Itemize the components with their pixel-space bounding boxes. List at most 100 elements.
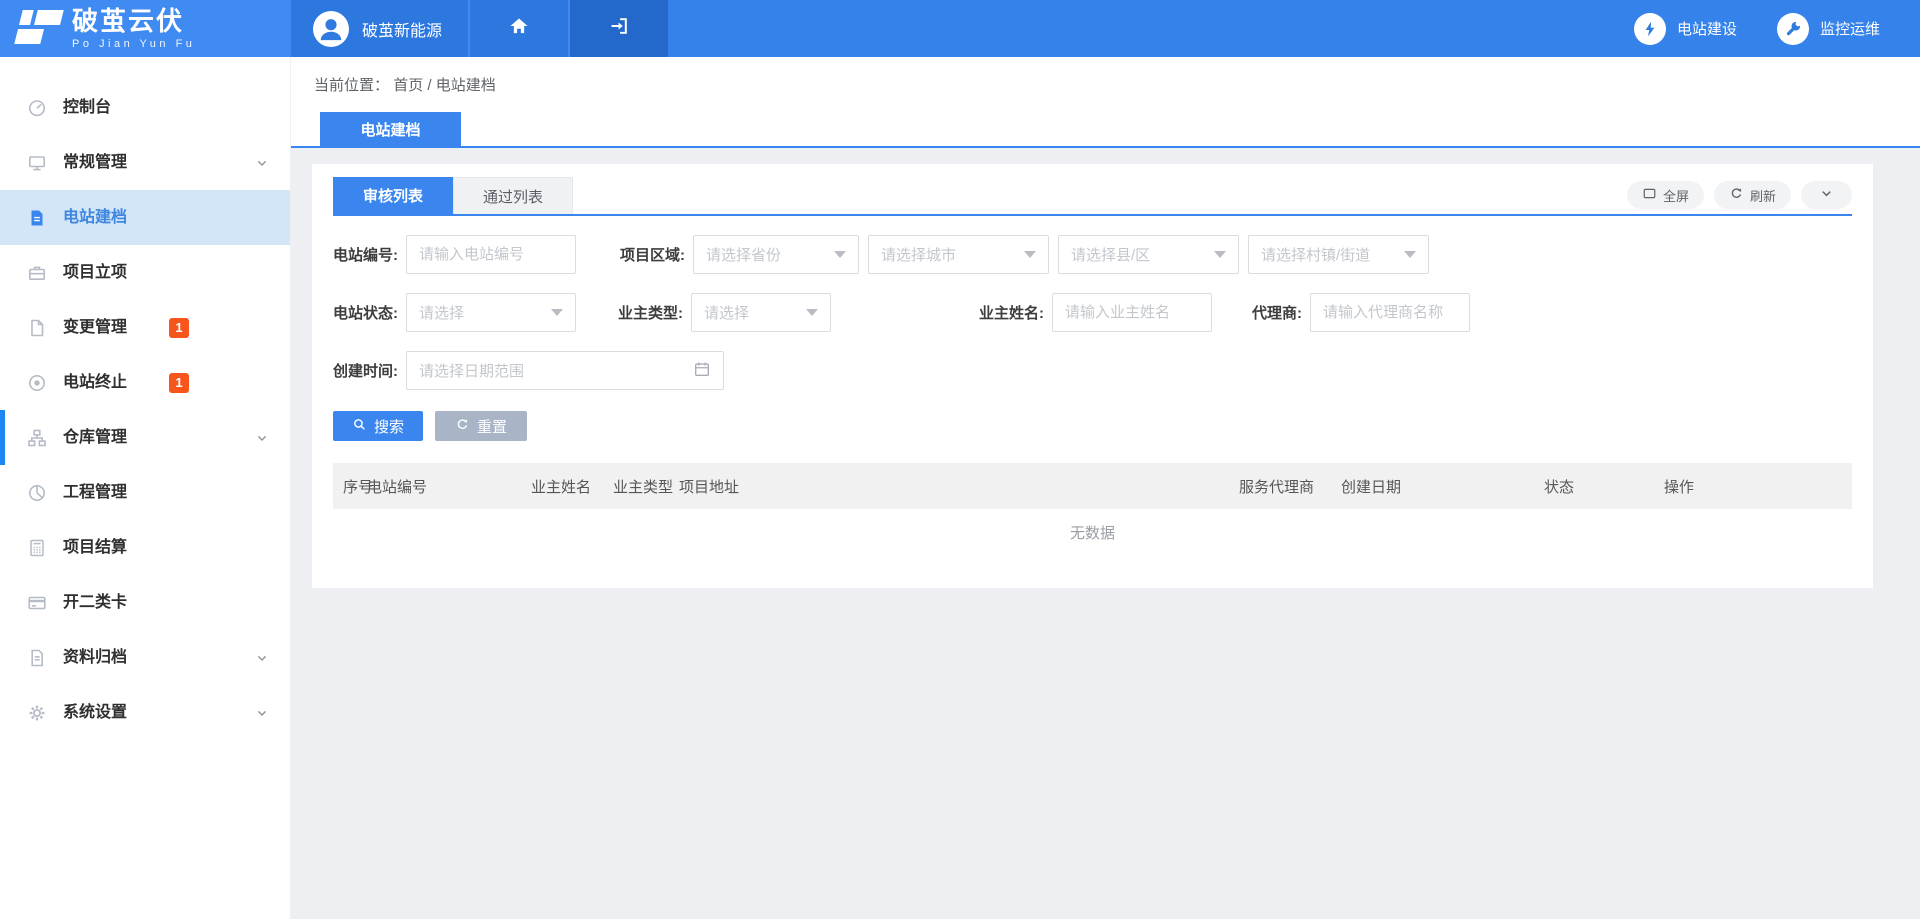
reset-button[interactable]: 重置	[435, 411, 527, 441]
sidebar-item-label: 项目立项	[63, 265, 127, 281]
chevron-down-icon	[254, 705, 270, 721]
filter-row-3: 创建时间: 请选择日期范围	[333, 351, 1852, 390]
home-button[interactable]	[468, 0, 568, 57]
column-header-created-date: 创建日期	[1341, 476, 1544, 497]
caret-down-icon	[834, 251, 846, 258]
sidebar-item-label: 仓库管理	[63, 430, 127, 446]
chevron-down-icon	[254, 430, 270, 446]
module-label: 电站建设	[1677, 18, 1737, 39]
sidebar-item-project-initiation[interactable]: 项目立项	[0, 245, 290, 300]
sitemap-icon	[27, 428, 47, 448]
app-header: 破茧云伏 Po Jian Yun Fu 破茧新能源 电站建设 监控运维	[0, 0, 1920, 57]
province-select[interactable]: 请选择省份	[693, 235, 859, 274]
tab-passed-list[interactable]: 通过列表	[453, 177, 573, 214]
breadcrumb-path[interactable]: 首页 / 电站建档	[393, 77, 496, 94]
owner-name-input[interactable]	[1052, 293, 1212, 332]
column-header-owner-type: 业主类型	[613, 476, 679, 497]
city-select[interactable]: 请选择城市	[868, 235, 1049, 274]
region-label: 项目区域:	[620, 244, 685, 265]
chevron-down-icon	[254, 650, 270, 666]
gauge-icon	[27, 98, 47, 118]
sidebar-item-engineering-mgmt[interactable]: 工程管理	[0, 465, 290, 520]
station-no-input[interactable]	[406, 235, 576, 274]
station-no-label: 电站编号:	[333, 244, 398, 265]
created-time-label: 创建时间:	[333, 360, 398, 381]
sidebar-item-station-termination[interactable]: 电站终止 1	[0, 355, 290, 410]
sidebar-item-label: 资料归档	[63, 650, 127, 666]
sidebar: 控制台 常规管理 电站建档 项目立项 变更管理 1 电站终止 1	[0, 57, 291, 919]
sidebar-item-label: 变更管理	[63, 320, 127, 336]
sidebar-item-label: 常规管理	[63, 155, 127, 171]
column-header-station-no: 电站编号	[367, 476, 531, 497]
reset-icon	[455, 417, 470, 436]
sidebar-item-system-settings[interactable]: 系统设置	[0, 685, 290, 740]
caret-down-icon	[551, 309, 563, 316]
refresh-icon	[1729, 186, 1744, 204]
column-header-owner-name: 业主姓名	[531, 476, 613, 497]
province-placeholder: 请选择省份	[706, 244, 781, 265]
sidebar-item-console[interactable]: 控制台	[0, 80, 290, 135]
breadcrumb-prefix: 当前位置：	[314, 77, 389, 94]
user-menu[interactable]: 破茧新能源	[291, 0, 468, 57]
pie-chart-icon	[27, 483, 47, 503]
panel-tools: 全屏 刷新	[1627, 181, 1852, 214]
owner-type-select[interactable]: 请选择	[691, 293, 831, 332]
column-header-service-agent: 服务代理商	[1239, 476, 1341, 497]
chevron-down-icon	[254, 155, 270, 171]
module-station-build[interactable]: 电站建设	[1634, 0, 1737, 57]
home-icon	[508, 15, 530, 42]
caret-down-icon	[1024, 251, 1036, 258]
column-header-actions: 操作	[1664, 476, 1852, 497]
empty-state-text: 无数据	[333, 509, 1852, 555]
sidebar-item-warehouse-mgmt[interactable]: 仓库管理	[0, 410, 290, 465]
search-label: 搜索	[374, 416, 404, 437]
town-placeholder: 请选择村镇/街道	[1261, 244, 1370, 265]
search-button[interactable]: 搜索	[333, 411, 423, 441]
filter-actions: 搜索 重置	[333, 411, 1852, 441]
exit-icon	[608, 15, 630, 42]
county-placeholder: 请选择县/区	[1071, 244, 1150, 265]
fullscreen-label: 全屏	[1663, 186, 1689, 205]
calculator-icon	[27, 538, 47, 558]
city-placeholder: 请选择城市	[881, 244, 956, 265]
sidebar-item-label: 工程管理	[63, 485, 127, 501]
station-status-label: 电站状态:	[333, 302, 398, 323]
tab-review-list[interactable]: 审核列表	[333, 177, 453, 214]
sidebar-item-label: 开二类卡	[63, 595, 127, 611]
sidebar-item-project-settlement[interactable]: 项目结算	[0, 520, 290, 575]
station-status-select[interactable]: 请选择	[406, 293, 576, 332]
collapse-toggle-button[interactable]	[1801, 181, 1852, 209]
module-monitor-ops[interactable]: 监控运维	[1777, 0, 1880, 57]
sidebar-item-general-mgmt[interactable]: 常规管理	[0, 135, 290, 190]
sidebar-item-data-archive[interactable]: 资料归档	[0, 630, 290, 685]
file-text-icon	[27, 208, 47, 228]
sidebar-item-open-class2-card[interactable]: 开二类卡	[0, 575, 290, 630]
logout-button[interactable]	[568, 0, 668, 57]
date-range-input[interactable]: 请选择日期范围	[406, 351, 724, 390]
logo-icon	[13, 10, 63, 48]
target-icon	[27, 373, 47, 393]
wrench-icon	[1777, 13, 1809, 45]
notification-badge: 1	[169, 373, 189, 393]
user-name: 破茧新能源	[362, 17, 442, 41]
sidebar-item-station-archive[interactable]: 电站建档	[0, 190, 290, 245]
town-select[interactable]: 请选择村镇/街道	[1248, 235, 1429, 274]
county-select[interactable]: 请选择县/区	[1058, 235, 1239, 274]
refresh-button[interactable]: 刷新	[1714, 181, 1791, 209]
page-tab-station-archive[interactable]: 电站建档	[320, 112, 461, 146]
fullscreen-icon	[1642, 186, 1657, 204]
search-icon	[352, 417, 367, 436]
sidebar-item-label: 电站建档	[63, 210, 127, 226]
main-area: 当前位置： 首页 / 电站建档 电站建档 审核列表 通过列表 全屏	[291, 57, 1920, 919]
fullscreen-button[interactable]: 全屏	[1627, 181, 1704, 209]
briefcase-icon	[27, 263, 47, 283]
owner-type-placeholder: 请选择	[704, 302, 749, 323]
logo-subtitle: Po Jian Yun Fu	[72, 38, 195, 50]
app-logo: 破茧云伏 Po Jian Yun Fu	[0, 0, 291, 57]
agent-input[interactable]	[1310, 293, 1470, 332]
filter-row-1: 电站编号: 项目区域: 请选择省份 请选择城市 请选择县/区 请选择村镇/街道	[333, 235, 1852, 274]
owner-name-label: 业主姓名:	[979, 302, 1044, 323]
sidebar-item-change-mgmt[interactable]: 变更管理 1	[0, 300, 290, 355]
gear-icon	[27, 703, 47, 723]
archive-icon	[27, 648, 47, 668]
